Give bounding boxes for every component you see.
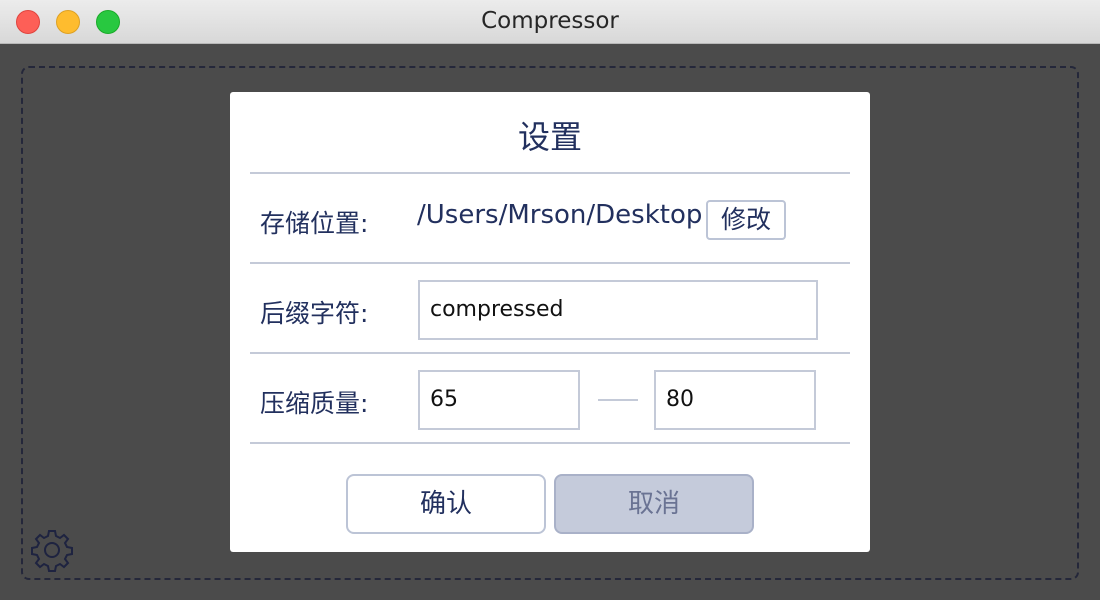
settings-dialog: 设置 存储位置: /Users/Mrson/Desktop 修改 后缀字符: c… (230, 92, 870, 552)
confirm-button[interactable]: 确认 (346, 474, 546, 534)
quality-label: 压缩质量: (260, 389, 369, 418)
range-separator (598, 399, 638, 401)
dialog-title: 设置 (517, 118, 582, 156)
cancel-button[interactable]: 取消 (554, 474, 754, 534)
quality-max-input[interactable]: 80 (654, 370, 816, 430)
suffix-input[interactable]: compressed (418, 280, 818, 340)
window-title: Compressor (481, 8, 619, 34)
storage-label: 存储位置: (260, 209, 369, 238)
divider (250, 262, 850, 264)
gear-icon[interactable] (30, 528, 74, 572)
storage-path: /Users/Mrson/Desktop (417, 200, 703, 230)
divider (250, 352, 850, 354)
title-bar: Compressor (0, 0, 1100, 44)
edit-path-button[interactable]: 修改 (706, 200, 786, 240)
suffix-label: 后缀字符: (260, 299, 369, 328)
divider (250, 442, 850, 444)
quality-min-input[interactable]: 65 (418, 370, 580, 430)
divider (250, 172, 850, 174)
